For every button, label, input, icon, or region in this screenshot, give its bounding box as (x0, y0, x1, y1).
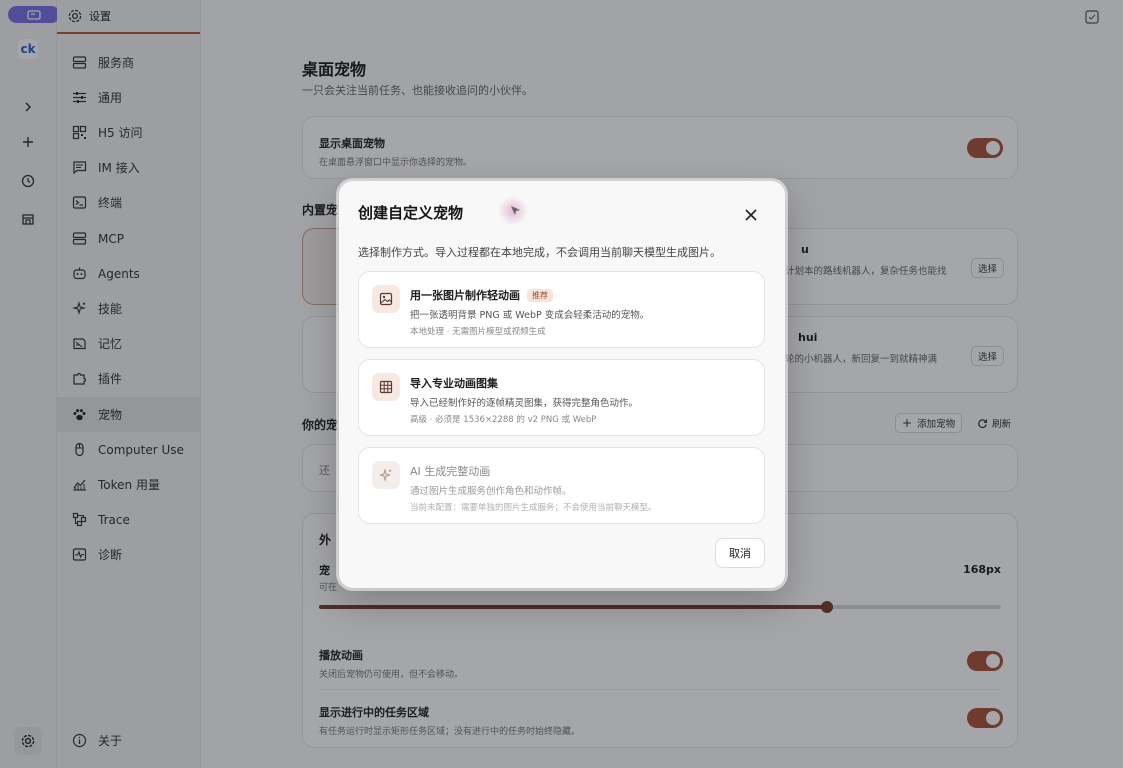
cancel-button[interactable]: 取消 (715, 538, 765, 568)
dialog-desc: 选择制作方式。导入过程都在本地完成，不会调用当前聊天模型生成图片。 (358, 246, 721, 259)
option-title-text: 用一张图片制作轻动画 (410, 289, 520, 302)
dialog-title: 创建自定义宠物 (358, 204, 464, 222)
option-title: 导入专业动画图集 (410, 375, 498, 391)
option-single-image[interactable]: 用一张图片制作轻动画 推荐 把一张透明背景 PNG 或 WebP 变成会轻柔活动… (358, 271, 765, 348)
cursor-icon (511, 206, 520, 215)
grid-icon (372, 373, 400, 401)
option-title-text: AI 生成完整动画 (410, 465, 491, 478)
option-title: AI 生成完整动画 (410, 463, 490, 479)
option-meta: 高级 · 必须是 1536×2288 的 v2 PNG 或 WebP (410, 415, 597, 425)
option-desc: 导入已经制作好的逐帧精灵图集，获得完整角色动作。 (410, 398, 639, 409)
recommended-badge: 推荐 (527, 288, 553, 302)
option-desc: 通过图片生成服务创作角色和动作帧。 (410, 486, 572, 497)
option-desc: 把一张透明背景 PNG 或 WebP 变成会轻柔活动的宠物。 (410, 310, 650, 321)
create-pet-dialog: 创建自定义宠物 选择制作方式。导入过程都在本地完成，不会调用当前聊天模型生成图片… (339, 181, 785, 588)
option-ai-generate: AI 生成完整动画 通过图片生成服务创作角色和动作帧。 当前未配置：需要单独的图… (358, 447, 765, 524)
sparkle-icon (372, 461, 400, 489)
option-meta: 本地处理 · 无需图片模型或视频生成 (410, 327, 546, 337)
option-title: 用一张图片制作轻动画 推荐 (410, 287, 553, 303)
option-meta: 当前未配置：需要单独的图片生成服务；不会使用当前聊天模型。 (410, 503, 657, 513)
image-icon (372, 285, 400, 313)
option-import-atlas[interactable]: 导入专业动画图集 导入已经制作好的逐帧精灵图集，获得完整角色动作。 高级 · 必… (358, 359, 765, 436)
close-icon[interactable] (744, 208, 758, 222)
option-title-text: 导入专业动画图集 (410, 377, 498, 390)
